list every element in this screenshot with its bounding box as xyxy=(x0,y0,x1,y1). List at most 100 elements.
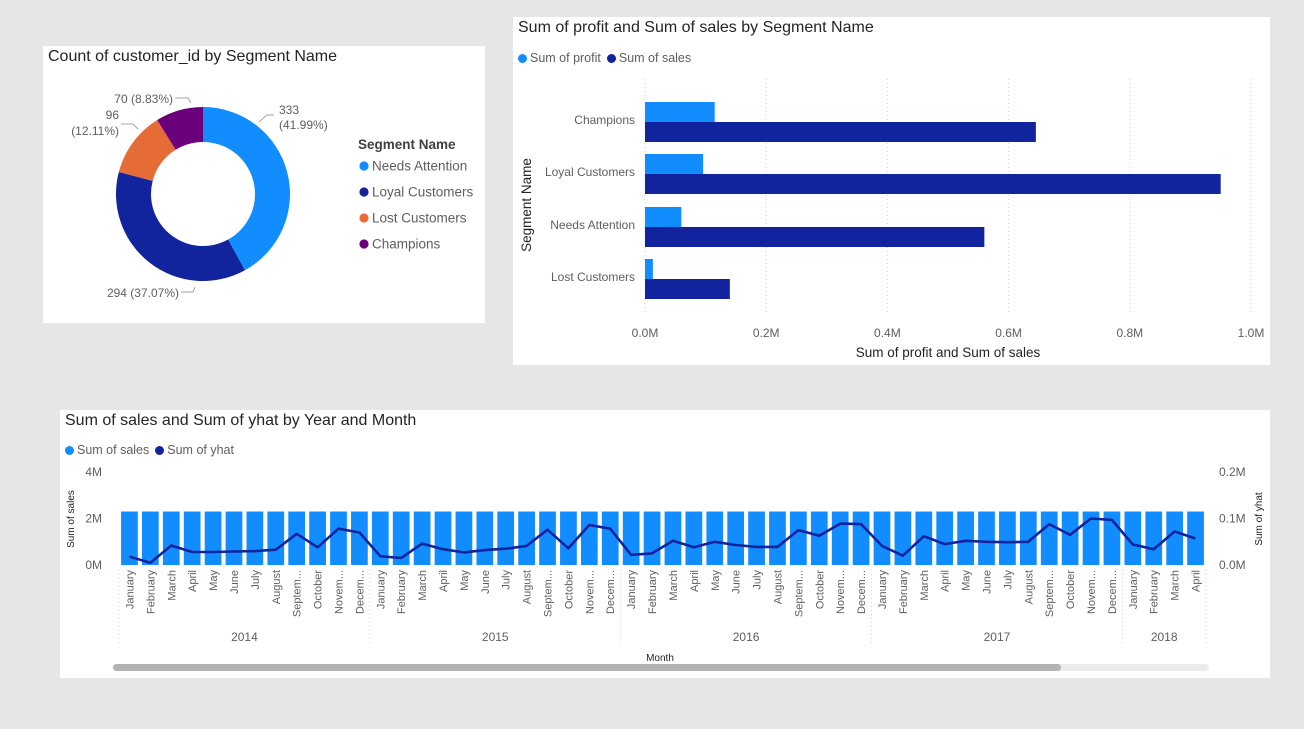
month-label: February xyxy=(396,570,408,615)
month-label: Decem... xyxy=(856,570,868,614)
sales-bar[interactable] xyxy=(831,511,849,565)
month-label: January xyxy=(877,570,889,610)
sales-bar[interactable] xyxy=(330,511,347,565)
legend-label-loyal-customers[interactable]: Loyal Customers xyxy=(372,185,474,200)
bar-y-tick: Loyal Customers xyxy=(545,165,635,179)
leader-line-champions xyxy=(175,97,192,104)
month-label: January xyxy=(626,570,638,610)
sales-bar[interactable] xyxy=(727,511,745,565)
month-label: July xyxy=(250,570,262,590)
sales-bar[interactable] xyxy=(601,511,619,565)
sales-bar[interactable] xyxy=(518,511,535,565)
bar-profit-loyal-customers[interactable] xyxy=(645,154,704,174)
year-label-2016: 2016 xyxy=(733,630,760,644)
sales-bar[interactable] xyxy=(455,511,473,565)
combo-right-tick: 0.2M xyxy=(1219,465,1246,479)
data-label-lost-pct: (12.11%) xyxy=(71,124,119,138)
month-label: October xyxy=(814,570,826,609)
sales-bar[interactable] xyxy=(204,511,222,565)
legend-dot-champions xyxy=(359,239,369,249)
sales-bar[interactable] xyxy=(413,511,431,565)
month-label: October xyxy=(1065,570,1077,609)
month-label: August xyxy=(522,570,534,604)
sales-bar[interactable] xyxy=(810,511,828,565)
bar-profit-needs-attention[interactable] xyxy=(645,207,682,227)
sales-bar[interactable] xyxy=(769,511,786,565)
sales-bar[interactable] xyxy=(664,511,682,565)
sales-bar[interactable] xyxy=(162,511,180,565)
sales-bar[interactable] xyxy=(1145,511,1163,565)
month-label: October xyxy=(313,570,325,609)
sales-bar[interactable] xyxy=(1166,511,1184,565)
combo-chart-card[interactable]: Sum of sales and Sum of yhat by Year and… xyxy=(60,410,1270,678)
month-label: August xyxy=(271,570,283,604)
legend-dot-needs-attention xyxy=(359,161,369,171)
sales-bar[interactable] xyxy=(1040,511,1058,565)
sales-bar[interactable] xyxy=(225,511,243,565)
bar-chart: 0.0M 0.2M 0.4M 0.6M 0.8M 1.0M Champions Loyal C… xyxy=(519,79,1265,360)
bar-profit-champions[interactable] xyxy=(645,102,715,122)
combo-chart: 4M 2M 0M 0.2M 0.1M 0.0M Sum of sales Sum of yha… xyxy=(66,465,1265,664)
month-label: March xyxy=(166,570,178,601)
bar-x-tick: 1.0M xyxy=(1238,326,1265,340)
sales-bar[interactable] xyxy=(497,511,515,565)
legend-label-champions[interactable]: Champions xyxy=(372,237,441,252)
bar-sales-lost-customers[interactable] xyxy=(645,279,730,299)
horizontal-scrollbar[interactable] xyxy=(113,664,1209,671)
sales-bar[interactable] xyxy=(267,511,285,565)
month-label: March xyxy=(1170,570,1182,601)
month-label: February xyxy=(898,570,910,615)
sales-bar[interactable] xyxy=(434,511,452,565)
month-label: February xyxy=(1149,570,1161,615)
sales-bar[interactable] xyxy=(978,511,995,565)
sales-bar[interactable] xyxy=(309,511,326,565)
sales-bar[interactable] xyxy=(685,511,703,565)
sales-bar[interactable] xyxy=(476,511,494,565)
sales-bar[interactable] xyxy=(183,511,201,565)
bar-sales-champions[interactable] xyxy=(645,122,1036,142)
bar-chart-card[interactable]: Sum of profit and Sum of sales by Segmen… xyxy=(513,17,1270,365)
bar-x-tick: 0.8M xyxy=(1116,326,1143,340)
donut-chart: 333(41.99%) 70 (8.83%) 96 (12.11%) 294 (37.0… xyxy=(71,92,474,300)
sales-bar[interactable] xyxy=(936,511,954,565)
month-label: August xyxy=(1023,570,1035,604)
donut-slice-loyal-customers[interactable] xyxy=(116,172,245,281)
sales-bar[interactable] xyxy=(852,511,870,565)
bar-sales-loyal-customers[interactable] xyxy=(645,174,1221,194)
sales-bar[interactable] xyxy=(560,511,577,565)
month-label: April xyxy=(689,570,701,592)
year-label-2017: 2017 xyxy=(984,630,1011,644)
month-label: March xyxy=(668,570,680,601)
legend-label-lost-customers[interactable]: Lost Customers xyxy=(372,211,467,226)
combo-left-tick: 0M xyxy=(85,558,102,572)
sales-bar[interactable] xyxy=(999,511,1016,565)
sales-bar[interactable] xyxy=(580,511,598,565)
data-label-needs-attention-count: 333 xyxy=(279,103,299,117)
month-label: Novem... xyxy=(334,570,346,614)
sales-bar[interactable] xyxy=(790,511,807,565)
month-label: August xyxy=(773,570,785,604)
month-label: May xyxy=(208,570,220,591)
donut-chart-card[interactable]: Count of customer_id by Segment Name 333… xyxy=(43,46,485,323)
sales-bar[interactable] xyxy=(748,511,765,565)
month-label: June xyxy=(480,570,492,594)
bar-x-axis-title: Sum of profit and Sum of sales xyxy=(856,345,1041,360)
bar-profit-lost-customers[interactable] xyxy=(645,259,653,279)
year-label-2018: 2018 xyxy=(1151,630,1178,644)
combo-right-tick: 0.1M xyxy=(1219,512,1246,526)
month-label: April xyxy=(438,570,450,592)
sales-bar[interactable] xyxy=(622,511,640,565)
sales-bar[interactable] xyxy=(1061,511,1079,565)
sales-bar[interactable] xyxy=(643,511,661,565)
bar-y-axis-title: Segment Name xyxy=(519,158,534,252)
bar-sales-needs-attention[interactable] xyxy=(645,227,985,247)
month-label: Decem... xyxy=(354,570,366,614)
sales-bar[interactable] xyxy=(706,511,724,565)
year-label-2014: 2014 xyxy=(231,630,258,644)
legend-label-needs-attention[interactable]: Needs Attention xyxy=(372,159,467,174)
sales-bar[interactable] xyxy=(957,511,974,565)
sales-bar[interactable] xyxy=(539,511,556,565)
scrollbar-thumb[interactable] xyxy=(113,664,1061,671)
bar-x-tick: 0.0M xyxy=(632,326,659,340)
sales-bar[interactable] xyxy=(246,511,264,565)
